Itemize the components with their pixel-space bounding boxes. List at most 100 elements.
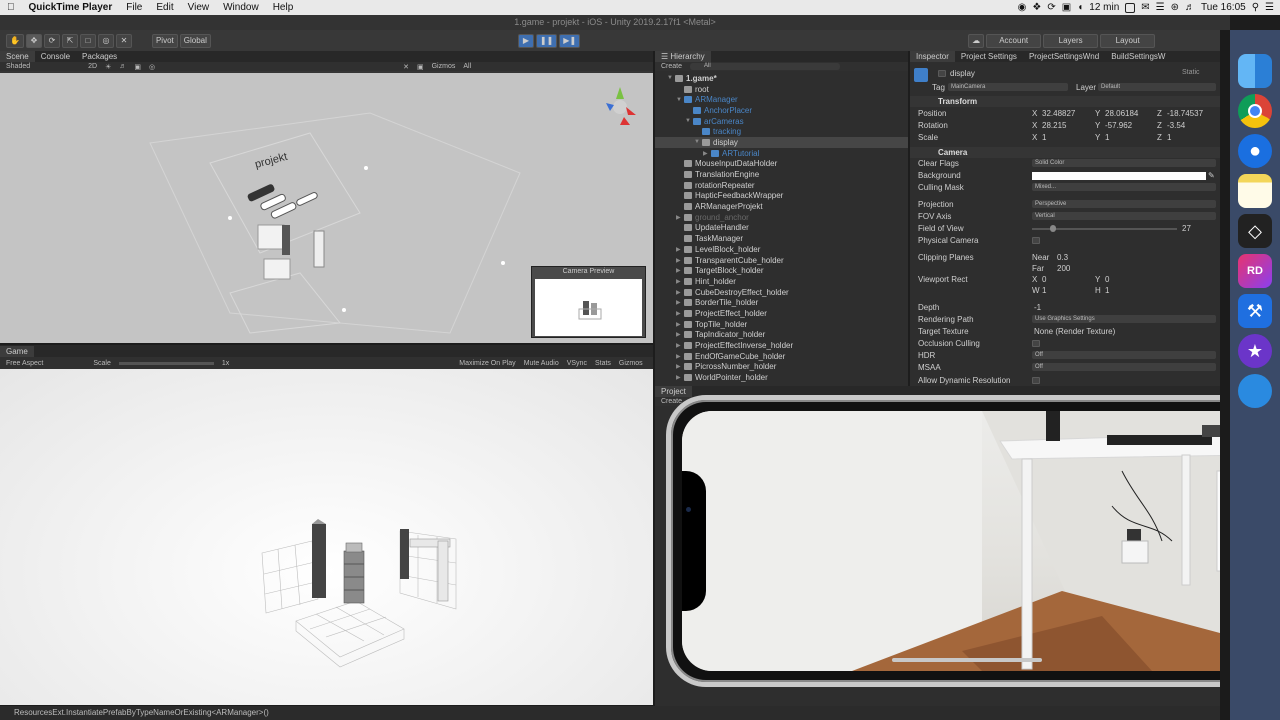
position-y[interactable]: 28.06184 [1105, 109, 1138, 118]
hierarchy-row[interactable]: ▼ 1.game* [655, 73, 908, 84]
hierarchy-row[interactable]: ▶ TapIndicator_holder [655, 330, 908, 341]
transform-header[interactable]: Transform [910, 96, 1220, 107]
tree-expand-icon[interactable]: ▶ [676, 363, 684, 370]
tab-packages[interactable]: Packages [76, 51, 123, 62]
timer-label[interactable]: 12 min [1089, 2, 1119, 13]
xcode-icon[interactable]: ⚒ [1238, 294, 1272, 328]
tab-project-settings[interactable]: Project Settings [955, 51, 1023, 62]
console-status-bar[interactable]: ResourcesExt.InstantiatePrefabByTypeName… [0, 706, 1230, 720]
tree-expand-icon[interactable]: ▶ [676, 278, 684, 285]
hidden-icon[interactable]: ◎ [149, 63, 155, 71]
rider-icon[interactable]: RD [1238, 254, 1272, 288]
custom-tool-icon[interactable]: ✕ [115, 33, 132, 48]
tree-expand-icon[interactable]: ▼ [685, 118, 693, 124]
hierarchy-row[interactable]: ▼ ARManager [655, 94, 908, 105]
app-icon[interactable] [1238, 374, 1272, 408]
mail-icon[interactable]: ✉ [1141, 2, 1149, 13]
transform-tool-icon[interactable]: ◎ [97, 33, 114, 48]
eyedropper-icon[interactable]: ✎ [1208, 171, 1215, 180]
near-value[interactable]: 0.3 [1057, 253, 1068, 262]
hierarchy-row[interactable]: MouseInputDataHolder [655, 159, 908, 170]
window-icon[interactable] [1125, 2, 1136, 13]
fov-axis-dropdown[interactable]: Vertical [1032, 212, 1216, 220]
pivot-toggle[interactable]: Pivot [151, 33, 178, 48]
hierarchy-row[interactable]: ▶ ground_anchor [655, 212, 908, 223]
dynamic-resolution-checkbox[interactable] [1032, 377, 1040, 384]
menu-help[interactable]: Help [266, 2, 301, 13]
game-gizmos-dropdown[interactable]: Gizmos [619, 360, 643, 367]
hierarchy-row[interactable]: AnchorPlacer [655, 105, 908, 116]
layers-dropdown[interactable]: Layers [1043, 33, 1099, 48]
scale-z[interactable]: 1 [1167, 133, 1171, 142]
camera-icon[interactable]: ▣ [417, 63, 424, 71]
hierarchy-row[interactable]: ▶ ProjectEffectInverse_holder [655, 340, 908, 351]
tree-expand-icon[interactable]: ▶ [676, 342, 684, 349]
phone-camera-feed[interactable] [682, 411, 1250, 671]
menu-view[interactable]: View [181, 2, 217, 13]
hierarchy-row[interactable]: ▶ ARTutorial [655, 148, 908, 159]
tree-expand-icon[interactable]: ▶ [703, 150, 711, 157]
hierarchy-row[interactable]: TranslationEngine [655, 169, 908, 180]
rect-tool-icon[interactable]: □ [79, 33, 96, 48]
viewport-w[interactable]: 1 [1042, 286, 1046, 295]
move-tool-icon[interactable]: ✥ [25, 33, 42, 48]
hierarchy-row[interactable]: ▶ WorldPointer_holder [655, 372, 908, 383]
toggle-2d[interactable]: 2D [88, 63, 97, 70]
tools-icon[interactable]: ✕ [403, 63, 409, 71]
rotation-y[interactable]: -57.962 [1105, 121, 1132, 130]
viewport-y[interactable]: 0 [1105, 275, 1109, 284]
scale-y[interactable]: 1 [1105, 133, 1109, 142]
dropbox-icon[interactable]: ❖ [1032, 2, 1041, 13]
search-icon[interactable]: ⚲ [1252, 2, 1259, 13]
tree-expand-icon[interactable]: ▶ [676, 374, 684, 381]
game-viewport[interactable] [0, 369, 653, 705]
menu-window[interactable]: Window [216, 2, 266, 13]
far-value[interactable]: 200 [1057, 264, 1070, 273]
finder-icon[interactable] [1238, 54, 1272, 88]
rotate-tool-icon[interactable]: ⟳ [43, 33, 60, 48]
background-color-swatch[interactable] [1032, 172, 1206, 180]
hierarchy-row[interactable]: ▶ PicrossNumber_holder [655, 362, 908, 373]
position-x[interactable]: 32.48827 [1042, 109, 1075, 118]
volume-icon[interactable]: ♬ [1185, 2, 1195, 13]
sync-icon[interactable]: ⟳ [1047, 2, 1055, 13]
imovie-icon[interactable]: ★ [1238, 334, 1272, 368]
hierarchy-row[interactable]: ▶ TransparentCube_holder [655, 255, 908, 266]
gizmos-dropdown[interactable]: Gizmos [432, 63, 456, 70]
notes-icon[interactable] [1238, 174, 1272, 208]
tree-expand-icon[interactable]: ▶ [676, 267, 684, 274]
hierarchy-row[interactable]: ▼ arCameras [655, 116, 908, 127]
bluetooth-icon[interactable]: ⊛ [1171, 2, 1179, 13]
maximize-on-play-toggle[interactable]: Maximize On Play [459, 360, 515, 367]
field-of-view-value[interactable]: 27 [1182, 224, 1191, 233]
hierarchy-row[interactable]: ▼ display [655, 137, 908, 148]
scene-viewport[interactable]: projekt Camera Preview [0, 73, 653, 343]
tree-expand-icon[interactable]: ▼ [676, 97, 684, 103]
viewport-h[interactable]: 1 [1105, 286, 1109, 295]
vsync-toggle[interactable]: VSync [567, 360, 587, 367]
aspect-dropdown[interactable]: Free Aspect [6, 360, 43, 367]
occlusion-culling-checkbox[interactable] [1032, 340, 1040, 347]
culling-mask-dropdown[interactable]: Mixed... [1032, 183, 1216, 191]
layer-dropdown[interactable]: Default [1098, 83, 1216, 91]
object-name-field[interactable]: display [950, 69, 975, 78]
hierarchy-row[interactable]: ▶ TopTile_holder [655, 319, 908, 330]
tree-expand-icon[interactable]: ▶ [676, 310, 684, 317]
hierarchy-row[interactable]: tracking [655, 126, 908, 137]
position-z[interactable]: -18.74537 [1167, 109, 1203, 118]
layout-dropdown[interactable]: Layout [1100, 33, 1156, 48]
tab-console[interactable]: Console [35, 51, 76, 62]
orientation-gizmo[interactable] [598, 85, 642, 129]
hierarchy-row[interactable]: ARManagerProjekt [655, 201, 908, 212]
cloud-icon[interactable]: ☁ [968, 33, 985, 48]
stats-toggle[interactable]: Stats [595, 360, 611, 367]
menu-file[interactable]: File [119, 2, 149, 13]
mute-audio-toggle[interactable]: Mute Audio [524, 360, 559, 367]
static-toggle[interactable]: Static [1182, 69, 1200, 76]
scale-x[interactable]: 1 [1042, 133, 1046, 142]
play-button[interactable]: ▶ [517, 33, 534, 48]
tab-inspector[interactable]: Inspector [910, 51, 955, 62]
timer-icon[interactable]: ◖ [1077, 2, 1083, 13]
light-icon[interactable]: ☀ [105, 63, 111, 71]
hierarchy-row[interactable]: TaskManager [655, 233, 908, 244]
